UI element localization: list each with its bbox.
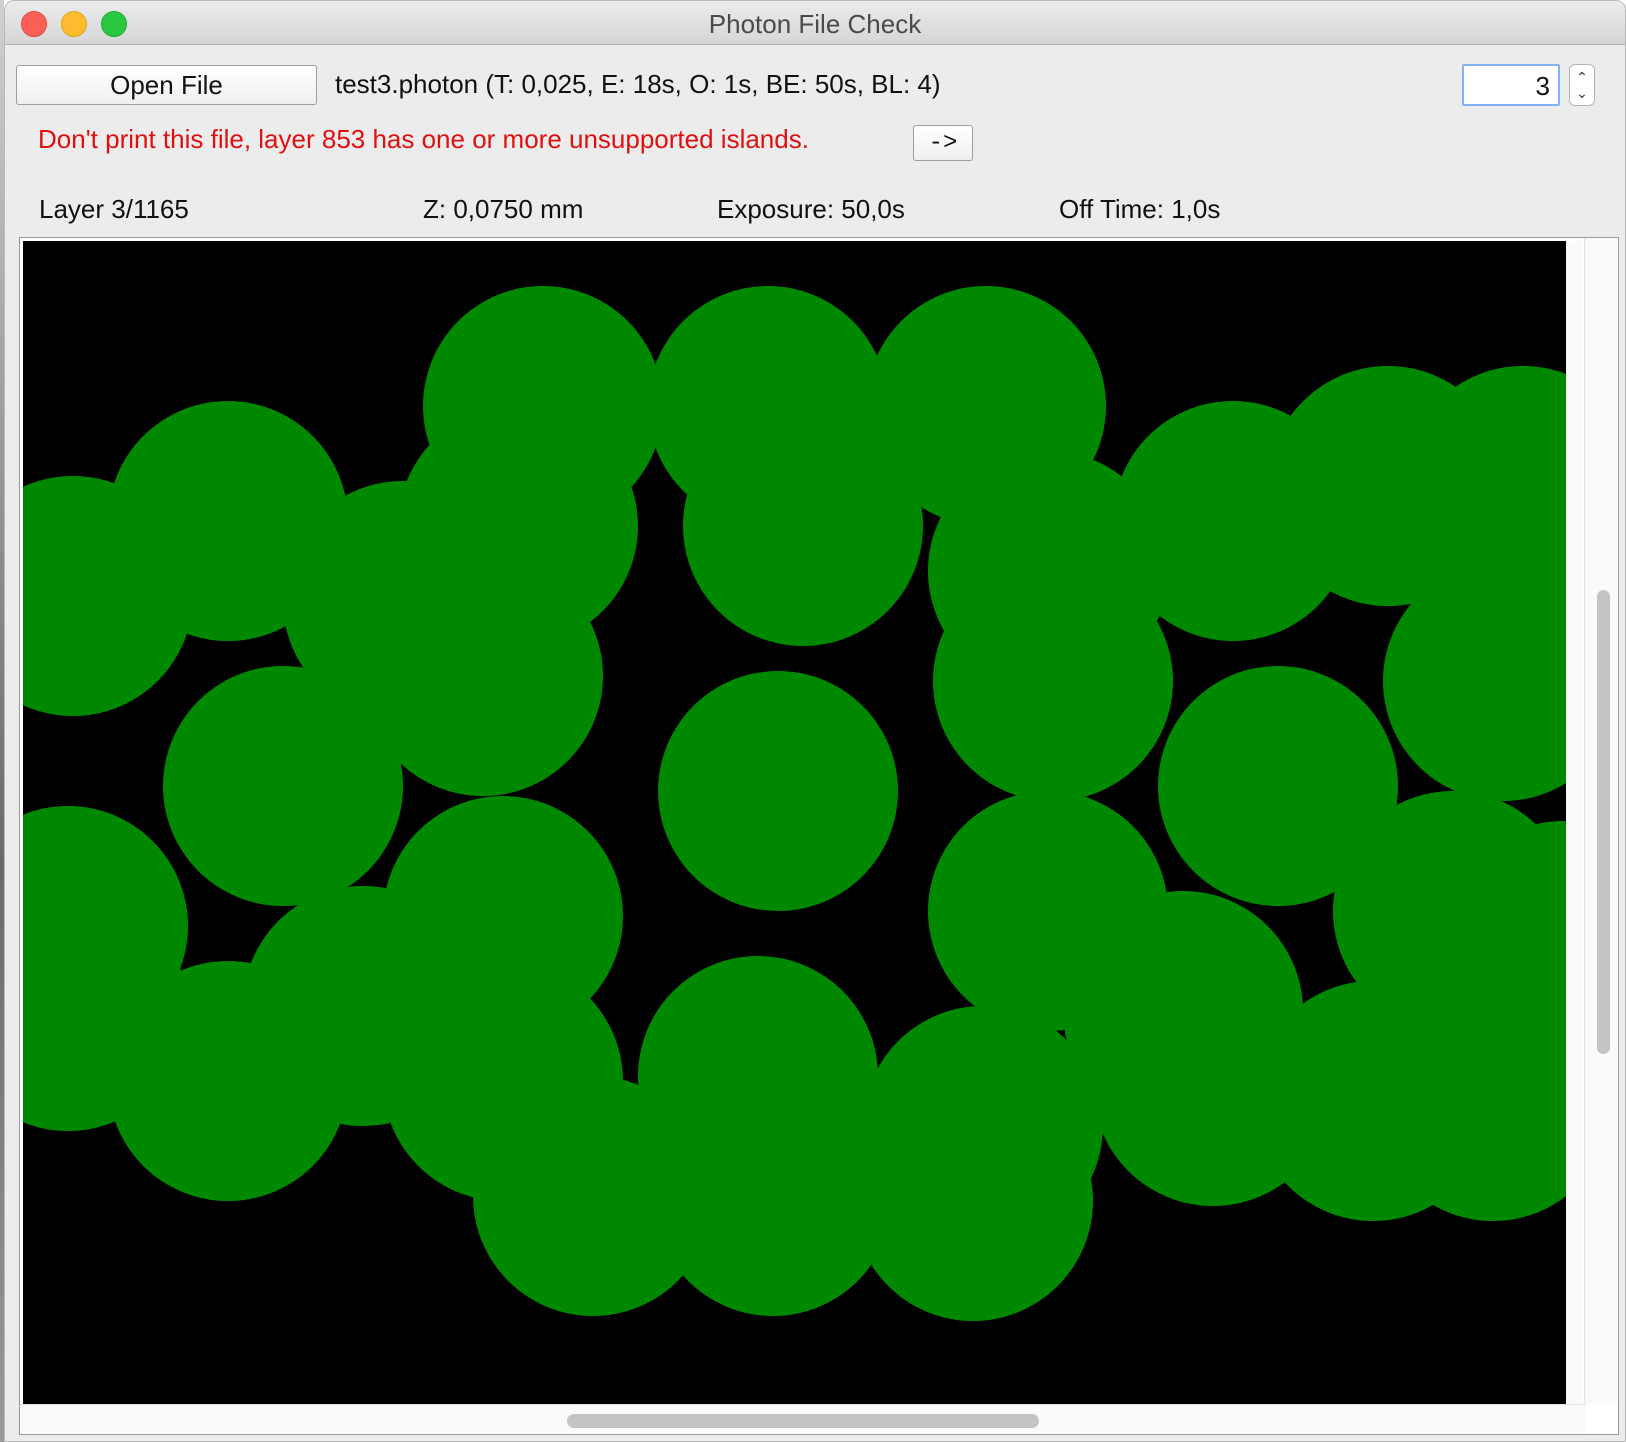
horizontal-scroll-thumb[interactable] [567,1414,1039,1428]
layer-shapes [23,286,1583,1321]
app-window: Photon File Check Open File test3.photon… [4,0,1626,1442]
goto-layer-button[interactable]: -> [913,125,973,161]
off-time: Off Time: 1,0s [1059,194,1221,224]
vertical-scroll-thumb[interactable] [1597,590,1610,1054]
chevron-down-icon[interactable]: ⌄ [1576,85,1588,101]
exposure-time: Exposure: 50,0s [717,194,905,224]
layer-preview-canvas [23,241,1583,1405]
layer-image [23,241,1583,1405]
chevron-up-icon[interactable]: ⌃ [1576,69,1588,85]
horizontal-scrollbar[interactable] [20,1404,1586,1434]
layer-number-input[interactable]: 3 [1462,64,1560,106]
file-info-label: test3.photon (T: 0,025, E: 18s, O: 1s, B… [335,69,941,99]
open-file-button[interactable]: Open File [16,65,317,105]
window-title: Photon File Check [708,9,922,39]
layer-preview-scrollpane[interactable] [19,237,1619,1435]
layer-counter: Layer 3/1165 [39,194,189,224]
title-bar: Photon File Check [5,1,1625,45]
layer-spinner[interactable]: ⌃ ⌄ [1569,64,1595,106]
z-height: Z: 0,0750 mm [423,194,584,224]
vertical-scrollbar[interactable] [1584,238,1618,1404]
warning-message: Don't print this file, layer 853 has one… [38,124,809,154]
